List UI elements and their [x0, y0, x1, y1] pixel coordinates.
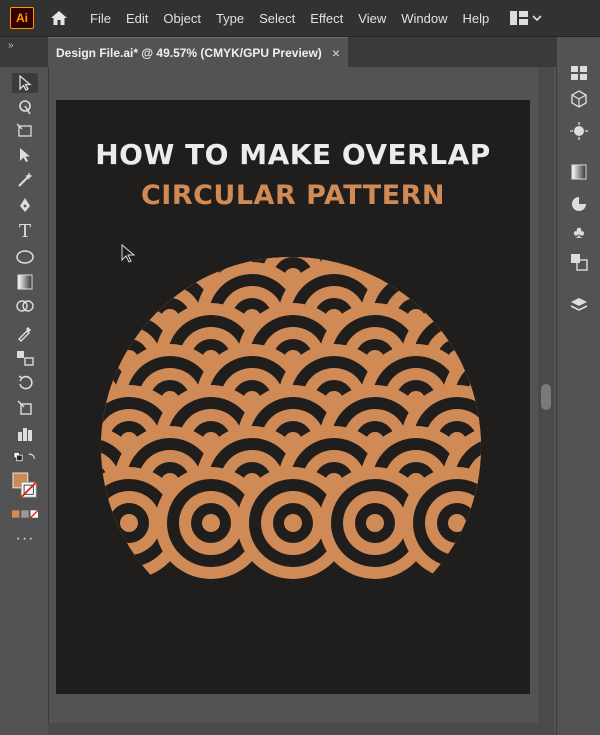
pattern-ring [466, 286, 481, 350]
horizontal-scrollbar[interactable] [48, 723, 538, 735]
document-tab-bar: » Design File.ai* @ 49.57% (CMYK/GPU Pre… [0, 37, 600, 67]
pattern-ring [101, 303, 103, 415]
menu-bar: Ai File Edit Object Type Select Effect V… [0, 0, 600, 37]
pattern-ring [101, 467, 103, 579]
workspace-icon [510, 11, 529, 25]
graph-icon[interactable] [12, 423, 38, 443]
overlap-circular-pattern[interactable] [98, 256, 484, 638]
vertical-scroll-thumb[interactable] [541, 384, 551, 410]
eyedropper-icon[interactable] [12, 323, 38, 343]
menu-effect[interactable]: Effect [310, 11, 343, 26]
document-tab-title: Design File.ai* @ 49.57% (CMYK/GPU Previ… [56, 45, 322, 60]
shape-builder-icon[interactable] [12, 297, 38, 317]
more-tools-icon[interactable]: ··· [12, 529, 38, 549]
pattern-ring [202, 514, 220, 532]
menu-select[interactable]: Select [259, 11, 295, 26]
pattern-ring [478, 380, 481, 420]
menu-file[interactable]: File [90, 11, 111, 26]
pattern-ring [101, 257, 103, 333]
menu-view[interactable]: View [358, 11, 386, 26]
3d-icon[interactable] [567, 89, 591, 109]
pattern-ring [478, 298, 481, 338]
pattern-ring [101, 257, 120, 268]
pattern-ring [454, 257, 481, 280]
menu-type[interactable]: Type [216, 11, 244, 26]
ellipse-tool-icon[interactable] [12, 247, 38, 267]
chevron-down-icon [532, 15, 542, 22]
pattern-ring [466, 257, 481, 268]
artwork-title-line2: CIRCULAR PATTERN [140, 180, 446, 211]
document-tab[interactable]: Design File.ai* @ 49.57% (CMYK/GPU Previ… [48, 37, 348, 67]
symbols-icon[interactable]: ♣ [567, 223, 591, 243]
rotate-icon[interactable] [12, 373, 38, 393]
pattern-ring [138, 257, 202, 268]
layers-icon[interactable] [567, 295, 591, 315]
pattern-ring [101, 274, 132, 362]
pattern-ring [284, 514, 302, 532]
panel-collapse-icon[interactable]: » [8, 40, 14, 51]
menu-help[interactable]: Help [462, 11, 489, 26]
app-logo[interactable]: Ai [10, 7, 34, 29]
workspace-switcher[interactable] [510, 11, 542, 25]
selection-tool-icon[interactable] [12, 73, 38, 93]
libraries-icon[interactable] [567, 63, 591, 83]
menu-window[interactable]: Window [401, 11, 447, 26]
scale-icon[interactable] [12, 398, 38, 418]
pattern-ring [384, 257, 448, 268]
close-icon[interactable]: × [332, 45, 340, 61]
pattern-ring [425, 257, 481, 309]
pattern-ring [126, 257, 214, 280]
pattern-ring [120, 268, 138, 286]
color-mode-icons[interactable] [12, 507, 38, 521]
gradient-icon[interactable] [12, 272, 38, 292]
menu-edit[interactable]: Edit [126, 11, 148, 26]
menu-object[interactable]: Object [163, 11, 201, 26]
pattern-ring [483, 385, 484, 497]
blend-icon[interactable] [12, 348, 38, 368]
pattern-ring [448, 514, 466, 532]
pattern-ring [442, 257, 481, 292]
artwork-title-line1: HOW TO MAKE OVERLAP [95, 138, 491, 171]
rotate-tool-icon[interactable] [12, 97, 38, 117]
pattern-ring [366, 514, 384, 532]
pattern-ring [454, 274, 481, 362]
pattern-ring [448, 268, 466, 286]
pattern-ring [101, 286, 120, 350]
fill-stroke-swatch[interactable] [12, 469, 38, 503]
pattern-ring [483, 303, 484, 415]
type-tool-icon[interactable]: T [12, 221, 38, 242]
pattern-ring [372, 257, 460, 280]
main-menu: File Edit Object Type Select Effect View… [90, 11, 504, 26]
pattern-ring [437, 257, 477, 297]
transform-icon[interactable] [567, 252, 591, 272]
cursor-icon [120, 243, 136, 270]
pattern-ring [101, 298, 108, 338]
home-icon[interactable] [48, 7, 70, 29]
pattern-ring [483, 467, 484, 579]
pattern-ring [120, 514, 138, 532]
pattern-ring [483, 256, 484, 333]
swap-fill-stroke-icon[interactable] [12, 449, 38, 465]
